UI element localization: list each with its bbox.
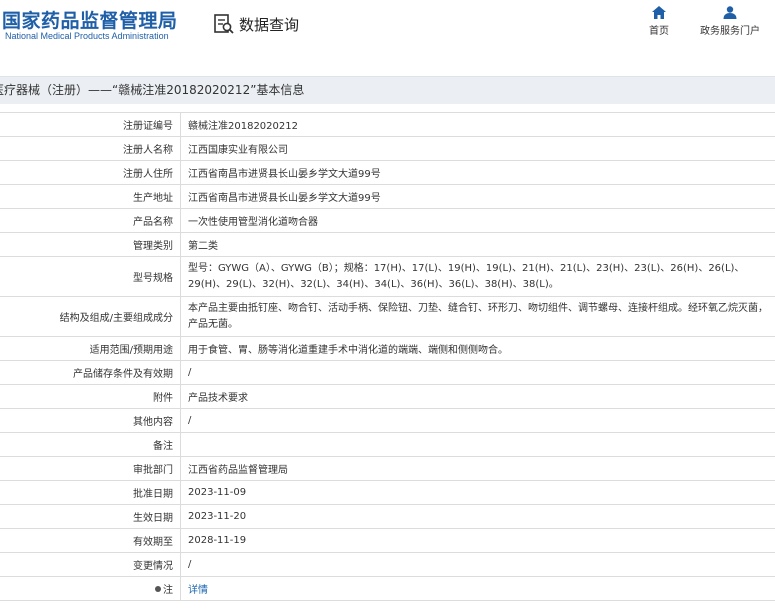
note-label: 注 <box>163 585 173 596</box>
row-value: / <box>180 408 775 433</box>
row-value: 详情 <box>180 576 775 601</box>
table-row: 结构及组成/主要组成成分 本产品主要由抵钉座、吻合钉、活动手柄、保险钮、刀垫、缝… <box>0 296 775 337</box>
table-row: 注册证编号 赣械注准20182020212 <box>0 112 775 137</box>
table-row: 生产地址 江西省南昌市进贤县长山晏乡学文大道99号 <box>0 184 775 209</box>
row-label: 批准日期 <box>0 480 181 505</box>
table-row: 批准日期 2023-11-09 <box>0 480 775 505</box>
row-value: 第二类 <box>180 232 775 257</box>
site-logo-en[interactable]: National Medical Products Administration <box>5 31 169 41</box>
data-query-title: 数据查询 <box>213 12 299 36</box>
site-logo-cn[interactable]: 国家药品监督管理局 <box>2 6 178 33</box>
table-row: 适用范围/预期用途 用于食管、胃、肠等消化道重建手术中消化道的端端、端侧和侧侧吻… <box>0 336 775 361</box>
row-label: 产品储存条件及有效期 <box>0 360 181 385</box>
row-label: 有效期至 <box>0 528 181 553</box>
row-label: 其他内容 <box>0 408 181 433</box>
row-value: 江西省南昌市进贤县长山晏乡学文大道99号 <box>180 160 775 185</box>
row-value: 型号：GYWG（A）、GYWG（B）；规格：17(H)、17(L)、19(H)、… <box>180 256 775 297</box>
table-row: 变更情况 / <box>0 552 775 577</box>
row-label: 注册人名称 <box>0 136 181 161</box>
table-row: 产品名称 一次性使用管型消化道吻合器 <box>0 208 775 233</box>
table-row: 有效期至 2028-11-19 <box>0 528 775 553</box>
table-row: 其他内容 / <box>0 408 775 433</box>
row-value: 产品技术要求 <box>180 384 775 409</box>
row-label: 型号规格 <box>0 256 181 297</box>
row-value: 本产品主要由抵钉座、吻合钉、活动手柄、保险钮、刀垫、缝合钉、环形刀、吻切组件、调… <box>180 296 775 337</box>
row-label: 适用范围/预期用途 <box>0 336 181 361</box>
row-value: / <box>180 360 775 385</box>
data-query-label: 数据查询 <box>239 15 300 34</box>
row-label: 审批部门 <box>0 456 181 481</box>
table-row: 注册人名称 江西国康实业有限公司 <box>0 136 775 161</box>
home-icon <box>652 6 666 19</box>
table-row: 附件 产品技术要求 <box>0 384 775 409</box>
table-row: 生效日期 2023-11-20 <box>0 504 775 529</box>
row-label: 产品名称 <box>0 208 181 233</box>
nav-home[interactable]: 首页 <box>642 6 676 37</box>
table-row: 型号规格 型号：GYWG（A）、GYWG（B）；规格：17(H)、17(L)、1… <box>0 256 775 297</box>
row-value: 用于食管、胃、肠等消化道重建手术中消化道的端端、端侧和侧侧吻合。 <box>180 336 775 361</box>
table-row: 备注 <box>0 432 775 457</box>
row-value: 江西国康实业有限公司 <box>180 136 775 161</box>
table-row: 产品储存条件及有效期 / <box>0 360 775 385</box>
row-label: 变更情况 <box>0 552 181 577</box>
row-label: 生产地址 <box>0 184 181 209</box>
page-title: 医疗器械（注册）——“赣械注准20182020212”基本信息 <box>0 83 305 97</box>
row-value: 江西省药品监督管理局 <box>180 456 775 481</box>
row-label: 备注 <box>0 432 181 457</box>
row-value: 江西省南昌市进贤县长山晏乡学文大道99号 <box>180 184 775 209</box>
nav-gov-service-label: 政务服务门户 <box>700 26 760 37</box>
row-value: 2023-11-09 <box>180 480 775 505</box>
table-row: 审批部门 江西省药品监督管理局 <box>0 456 775 481</box>
table-row: 管理类别 第二类 <box>0 232 775 257</box>
row-value: 2023-11-20 <box>180 504 775 529</box>
row-label: 注册证编号 <box>0 112 181 137</box>
row-label: 生效日期 <box>0 504 181 529</box>
detail-link[interactable]: 详情 <box>188 585 208 596</box>
page-title-bar: 医疗器械（注册）——“赣械注准20182020212”基本信息 <box>0 76 775 104</box>
note-row-label: 注 <box>0 576 181 601</box>
row-label: 管理类别 <box>0 232 181 257</box>
table-row: 注册人住所 江西省南昌市进贤县长山晏乡学文大道99号 <box>0 160 775 185</box>
nav-gov-service[interactable]: 政务服务门户 <box>696 6 764 37</box>
row-value: 一次性使用管型消化道吻合器 <box>180 208 775 233</box>
table-row: 注 详情 <box>0 576 775 601</box>
row-label: 结构及组成/主要组成成分 <box>0 296 181 337</box>
user-icon <box>723 6 737 19</box>
info-table: 注册证编号 赣械注准20182020212 注册人名称 江西国康实业有限公司 注… <box>0 112 775 601</box>
row-value: 赣械注准20182020212 <box>180 112 775 137</box>
row-label: 注册人住所 <box>0 160 181 185</box>
nav-home-label: 首页 <box>649 26 669 37</box>
row-value: 2028-11-19 <box>180 528 775 553</box>
data-search-icon <box>214 14 234 34</box>
site-header: 国家药品监督管理局 National Medical Products Admi… <box>0 0 775 62</box>
row-value: / <box>180 552 775 577</box>
note-dot-icon <box>155 586 161 592</box>
row-value <box>180 432 775 457</box>
row-label: 附件 <box>0 384 181 409</box>
